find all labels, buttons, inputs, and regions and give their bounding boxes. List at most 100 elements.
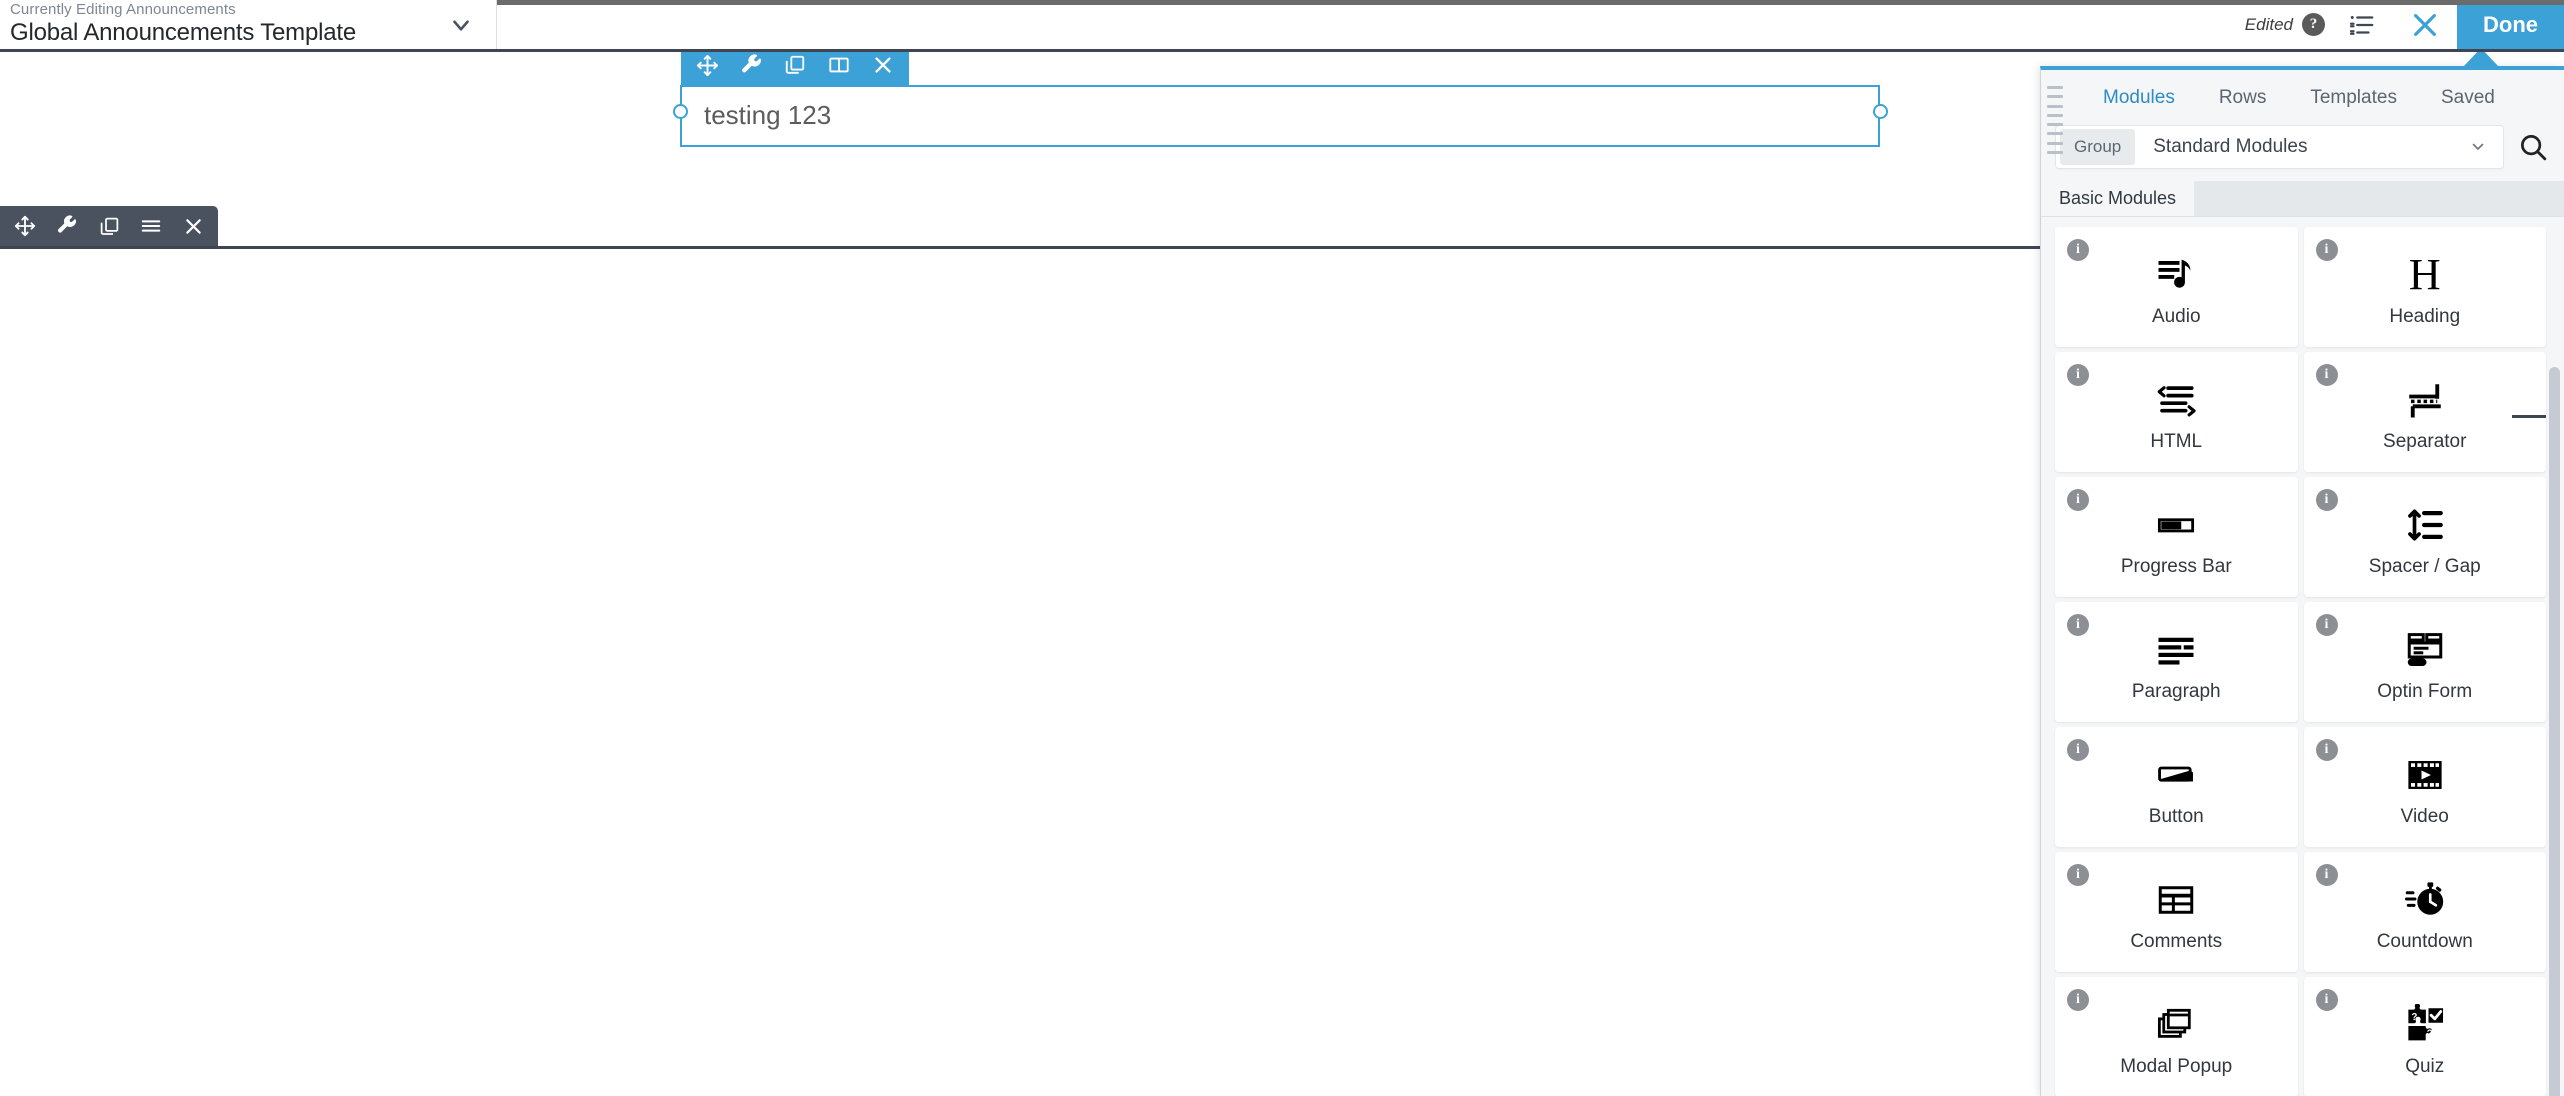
module-group-tabbar: Basic Modules	[2041, 180, 2564, 217]
module-card-heading[interactable]: i H Heading	[2303, 227, 2546, 347]
drag-handle-icon[interactable]	[2047, 86, 2063, 154]
module-card-optin-form[interactable]: i Optin Form	[2303, 602, 2546, 722]
question-mark-icon[interactable]: ?	[2302, 13, 2325, 36]
panel-scrollbar-thumb[interactable]	[2549, 367, 2560, 1096]
row-toolbar	[0, 206, 218, 246]
progress-bar-icon	[2155, 502, 2197, 548]
html-code-icon	[2155, 377, 2197, 423]
currently-editing-dropdown[interactable]: Currently Editing Announcements Global A…	[0, 0, 497, 49]
info-icon[interactable]: i	[2315, 989, 2338, 1011]
module-card-audio[interactable]: i Audio	[2055, 227, 2298, 347]
module-card-label: Audio	[2151, 306, 2201, 327]
quiz-puzzle-icon: ??	[2404, 1002, 2446, 1048]
group-select-value: Standard Modules	[2153, 136, 2308, 157]
svg-text:?: ?	[2411, 1012, 2417, 1023]
move-icon[interactable]	[4, 206, 46, 246]
module-card-modal-popup[interactable]: i Modal Popup	[2055, 977, 2298, 1096]
countdown-timer-icon	[2404, 877, 2446, 923]
module-card-video[interactable]: i Video	[2303, 727, 2546, 847]
comments-table-icon	[2155, 877, 2197, 923]
heading-h-icon: H	[2408, 250, 2441, 299]
wrench-icon[interactable]	[46, 206, 88, 246]
tab-rows[interactable]: Rows	[2197, 70, 2289, 125]
search-icon[interactable]	[2516, 130, 2550, 164]
page-root: Currently Editing Announcements Global A…	[0, 0, 2564, 1096]
module-card-button[interactable]: i Button	[2055, 727, 2298, 847]
info-icon[interactable]: i	[2067, 989, 2089, 1011]
panel-tabs: Modules Rows Templates Saved	[2041, 70, 2564, 125]
module-card-spacer-gap[interactable]: i Spacer / Gap	[2303, 477, 2546, 597]
module-card-label: Modal Popup	[2120, 1056, 2233, 1077]
close-x-icon[interactable]	[172, 206, 214, 246]
module-card-label: Separator	[2383, 431, 2467, 452]
module-card-label: Comments	[2130, 931, 2223, 952]
info-icon[interactable]: i	[2067, 739, 2089, 761]
paragraph-icon	[2155, 627, 2197, 673]
tab-saved[interactable]: Saved	[2419, 70, 2517, 125]
audio-note-icon	[2155, 252, 2197, 298]
module-card-separator[interactable]: i Separator	[2303, 352, 2546, 472]
spacer-gap-icon	[2404, 502, 2446, 548]
selected-module-outline[interactable]: testing 123	[680, 85, 1880, 147]
group-tab-basic-modules[interactable]: Basic Modules	[2041, 180, 2195, 216]
module-card-html[interactable]: i HTML	[2055, 352, 2298, 472]
currently-editing-label: Currently Editing Announcements	[10, 1, 236, 19]
module-card-comments[interactable]: i Comments	[2055, 852, 2298, 972]
page-title: Global Announcements Template	[10, 18, 356, 46]
module-text-content: testing 123	[704, 100, 832, 130]
info-icon[interactable]: i	[2315, 739, 2338, 761]
module-card-label: Heading	[2389, 306, 2461, 327]
info-icon[interactable]: i	[2315, 239, 2338, 261]
module-card-label: Paragraph	[2131, 681, 2221, 702]
tab-modules[interactable]: Modules	[2081, 70, 2197, 125]
button-icon	[2155, 752, 2197, 798]
video-film-icon	[2404, 752, 2446, 798]
chevron-down-icon[interactable]	[2469, 137, 2503, 158]
module-card-label: Spacer / Gap	[2368, 556, 2481, 577]
module-card-paragraph[interactable]: i Paragraph	[2055, 602, 2298, 722]
duplicate-icon[interactable]	[88, 206, 130, 246]
list-outline-icon[interactable]	[2329, 0, 2393, 49]
module-card-label: Quiz	[2405, 1056, 2445, 1077]
hamburger-icon[interactable]	[130, 206, 172, 246]
separator-icon	[2404, 377, 2446, 423]
module-card-label: HTML	[2150, 431, 2203, 452]
modules-panel: Modules Rows Templates Saved Group Stand…	[2040, 66, 2564, 1096]
info-icon[interactable]: i	[2067, 864, 2089, 886]
chevron-down-icon[interactable]	[448, 12, 474, 38]
group-select[interactable]: Group Standard Modules	[2055, 125, 2504, 169]
panel-tick-marker	[2512, 415, 2546, 418]
info-icon[interactable]: i	[2067, 364, 2089, 386]
editor-topbar: Currently Editing Announcements Global A…	[0, 0, 2564, 52]
topbar-actions: Edited ? Done	[2245, 0, 2564, 49]
info-icon[interactable]: i	[2315, 489, 2338, 511]
optin-form-icon	[2404, 627, 2446, 673]
module-card-countdown[interactable]: i Countdown	[2303, 852, 2546, 972]
group-select-label: Group	[2060, 129, 2136, 165]
module-card-label: Countdown	[2376, 931, 2473, 952]
info-icon[interactable]: i	[2067, 489, 2089, 511]
modules-grid: i Audio i H Heading i HTML i Separator i Progress …	[2055, 227, 2546, 1096]
done-button[interactable]: Done	[2457, 0, 2564, 49]
close-x-icon[interactable]	[2393, 0, 2457, 49]
module-card-quiz[interactable]: i?? Quiz	[2303, 977, 2546, 1096]
panel-filter-row: Group Standard Modules	[2041, 125, 2564, 181]
edited-status: Edited ?	[2245, 13, 2329, 36]
module-card-label: Video	[2400, 806, 2449, 827]
info-icon[interactable]: i	[2067, 239, 2089, 261]
module-card-label: Optin Form	[2377, 681, 2473, 702]
modal-popup-icon	[2155, 1002, 2197, 1048]
module-card-label: Button	[2148, 806, 2204, 827]
info-icon[interactable]: i	[2315, 364, 2338, 386]
module-card-progress-bar[interactable]: i Progress Bar	[2055, 477, 2298, 597]
modules-scroll-area[interactable]: i Audio i H Heading i HTML i Separator i Progress …	[2041, 217, 2564, 1096]
tab-templates[interactable]: Templates	[2288, 70, 2419, 125]
info-icon[interactable]: i	[2315, 864, 2338, 886]
edited-label: Edited	[2244, 14, 2293, 34]
resize-handle-left[interactable]	[673, 104, 688, 119]
module-card-label: Progress Bar	[2120, 556, 2232, 577]
info-icon[interactable]: i	[2067, 614, 2089, 636]
info-icon[interactable]: i	[2315, 614, 2338, 636]
resize-handle-right[interactable]	[1873, 104, 1888, 119]
